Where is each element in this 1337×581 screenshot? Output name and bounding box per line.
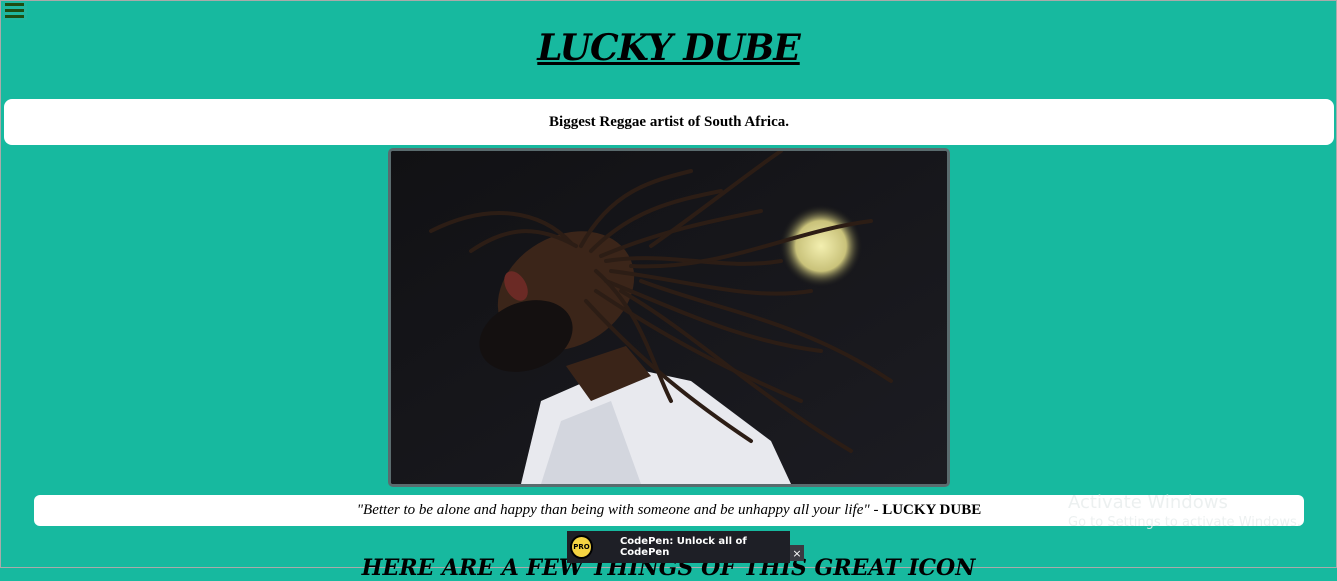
quote-author: LUCKY DUBE (882, 502, 982, 518)
page-title: LUCKY DUBE (537, 27, 800, 69)
menu-bar (5, 3, 24, 6)
quote-text: "Better to be alone and happy than being… (356, 502, 870, 518)
codepen-promo-banner[interactable]: PRO CodePen: Unlock all of CodePen (567, 531, 790, 563)
pro-badge-icon: PRO (570, 535, 593, 559)
windows-activation-watermark: Activate Windows Go to Settings to activ… (1068, 492, 1301, 530)
menu-bar (5, 9, 24, 12)
artist-photo-illustration (391, 151, 947, 484)
menu-bar (5, 15, 24, 18)
hamburger-menu-icon[interactable] (3, 2, 27, 20)
codepen-promo-label: CodePen: Unlock all of CodePen (619, 536, 747, 558)
subtitle-banner: Biggest Reggae artist of South Africa. (4, 99, 1334, 145)
watermark-subtitle: Go to Settings to activate Windows. (1068, 515, 1301, 530)
close-icon[interactable]: × (790, 545, 804, 561)
artist-photo (388, 148, 950, 487)
quote-separator: - (869, 502, 883, 518)
subtitle-text: Biggest Reggae artist of South Africa. (549, 113, 789, 130)
watermark-title: Activate Windows (1068, 492, 1228, 513)
